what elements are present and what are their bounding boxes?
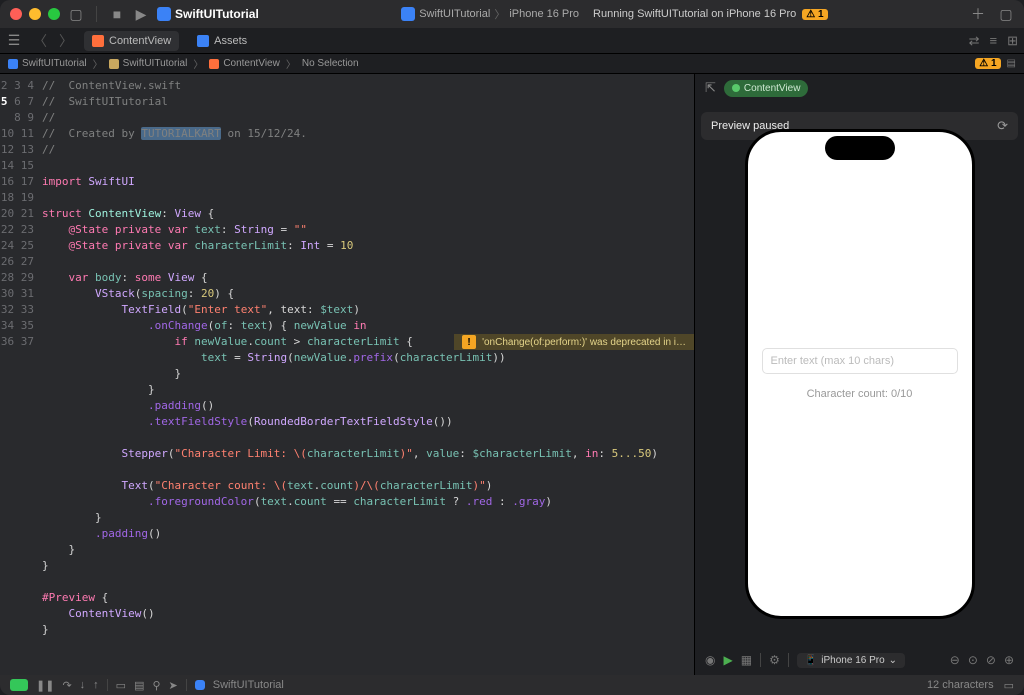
zoom-out-icon[interactable]: ⊖ <box>950 653 960 667</box>
preview-panel: ⇱ ContentView Preview paused ⟳ Enter tex… <box>694 74 1024 675</box>
crumb: SwiftUITutorial <box>123 58 188 69</box>
debug-env-icon[interactable]: ⚲ <box>152 679 160 692</box>
preview-device-selector[interactable]: 📱iPhone 16 Pro⌄ <box>797 653 905 668</box>
title-bar: ▢ ■ ▶ SwiftUITutorial SwiftUITutorial 〉 … <box>0 0 1024 28</box>
destination-label: iPhone 16 Pro <box>509 8 579 20</box>
live-indicator-icon <box>732 84 740 92</box>
preview-variants-icon[interactable]: ▦ <box>741 653 752 667</box>
zoom-in-icon[interactable]: ⊕ <box>1004 653 1014 667</box>
tab-contentview[interactable]: ContentView <box>84 31 179 51</box>
step-out-icon[interactable]: ↑ <box>93 679 99 691</box>
crumb: ContentView <box>223 58 280 69</box>
pin-preview-icon[interactable]: ⇱ <box>705 80 716 96</box>
process-icon <box>195 680 205 690</box>
add-editor-icon[interactable]: ⊞ <box>1007 33 1018 49</box>
activity-status: Running SwiftUITutorial on iPhone 16 Pro… <box>593 8 828 20</box>
step-over-icon[interactable]: ↷ <box>62 679 71 692</box>
swift-file-icon <box>92 35 104 47</box>
debug-view-icon[interactable]: ▭ <box>116 679 126 692</box>
character-count: 12 characters <box>927 679 994 691</box>
editor-options-icon[interactable]: ≡ <box>990 33 998 49</box>
crumb: SwiftUITutorial <box>22 58 87 69</box>
preview-toolbar: ◉ ▶ ▦ ⚙ 📱iPhone 16 Pro⌄ ⊖ ⊙ ⊘ ⊕ <box>695 645 1024 675</box>
warning-badge[interactable]: ⚠︎ 1 <box>802 9 827 20</box>
line-gutter: 2 3 4 5 6 7 8 9 10 11 12 13 14 15 16 17 … <box>0 74 42 675</box>
preview-live-icon[interactable]: ◉ <box>705 653 715 667</box>
scheme-label: SwiftUITutorial <box>419 8 490 20</box>
resume-preview-icon[interactable]: ⟳ <box>997 118 1008 134</box>
tab-label: ContentView <box>109 35 171 47</box>
device-settings-icon[interactable]: ⚙ <box>769 653 780 667</box>
zoom-actual-icon[interactable]: ⊘ <box>986 653 996 667</box>
preview-charcount: Character count: 0/10 <box>807 388 913 400</box>
scheme-icon <box>401 7 415 21</box>
status-text: Running SwiftUITutorial on iPhone 16 Pro <box>593 8 796 20</box>
window-controls <box>10 8 60 20</box>
warning-text: 'onChange(of:perform:)' was deprecated i… <box>482 337 686 348</box>
minimap-toggle-icon[interactable]: ▤ <box>1007 58 1016 69</box>
app-icon <box>157 7 171 21</box>
app-preview-content: Enter text (max 10 chars) Character coun… <box>748 132 972 616</box>
code-content[interactable]: // ContentView.swift // SwiftUITutorial … <box>42 74 694 638</box>
related-items-icon[interactable]: ☰ <box>6 33 22 49</box>
tab-label: Assets <box>214 35 247 47</box>
file-warning-badge[interactable]: ⚠︎ 1 <box>975 58 1000 69</box>
add-button[interactable]: ＋ <box>970 6 986 22</box>
forward-button[interactable]: 〉 <box>58 33 74 49</box>
debug-memory-icon[interactable]: ▤ <box>134 679 144 692</box>
project-icon <box>8 59 18 69</box>
debug-bar: ❚❚ ↷ ↓ ↑ ▭ ▤ ⚲ ➤ SwiftUITutorial 12 char… <box>0 675 1024 695</box>
run-button[interactable]: ▶ <box>133 6 149 22</box>
zoom-window-button[interactable] <box>48 8 60 20</box>
preview-textfield[interactable]: Enter text (max 10 chars) <box>762 348 958 374</box>
preview-device-label: iPhone 16 Pro <box>821 655 884 666</box>
tab-bar: ☰ 〈 〉 ContentView Assets ⇄ ≡ ⊞ <box>0 28 1024 54</box>
assets-icon <box>197 35 209 47</box>
toggle-navigator-icon[interactable]: ▢ <box>68 6 84 22</box>
close-window-button[interactable] <box>10 8 22 20</box>
stop-button[interactable]: ■ <box>109 6 125 22</box>
debug-location-icon[interactable]: ➤ <box>169 679 178 692</box>
preview-target-label: ContentView <box>744 83 801 94</box>
scheme-selector[interactable]: SwiftUITutorial <box>157 7 259 21</box>
run-destination[interactable]: SwiftUITutorial 〉 iPhone 16 Pro <box>401 6 579 22</box>
toggle-debug-area-icon[interactable]: ▭ <box>1004 679 1014 692</box>
folder-icon <box>109 59 119 69</box>
minimize-window-button[interactable] <box>29 8 41 20</box>
zoom-fit-icon[interactable]: ⊙ <box>968 653 978 667</box>
device-frame: Enter text (max 10 chars) Character coun… <box>745 129 975 619</box>
code-editor[interactable]: 2 3 4 5 6 7 8 9 10 11 12 13 14 15 16 17 … <box>0 74 694 675</box>
preview-target-badge[interactable]: ContentView <box>724 80 809 97</box>
warning-icon: ! <box>462 335 476 349</box>
debug-status-icon[interactable] <box>10 679 28 691</box>
back-button[interactable]: 〈 <box>32 33 48 49</box>
jump-bar[interactable]: SwiftUITutorial 〉 SwiftUITutorial 〉 Cont… <box>0 54 1024 74</box>
inline-warning[interactable]: ! 'onChange(of:perform:)' was deprecated… <box>454 334 694 350</box>
swift-file-icon <box>209 59 219 69</box>
process-name: SwiftUITutorial <box>213 679 284 691</box>
crumb: No Selection <box>302 58 359 69</box>
preview-play-icon[interactable]: ▶ <box>723 653 732 667</box>
toggle-inspector-icon[interactable]: ▢ <box>998 6 1014 22</box>
pause-debug-icon[interactable]: ❚❚ <box>36 679 54 692</box>
adjust-editor-icon[interactable]: ⇄ <box>969 33 980 49</box>
step-into-icon[interactable]: ↓ <box>80 679 86 691</box>
project-name: SwiftUITutorial <box>175 7 259 21</box>
tab-assets[interactable]: Assets <box>189 31 255 51</box>
